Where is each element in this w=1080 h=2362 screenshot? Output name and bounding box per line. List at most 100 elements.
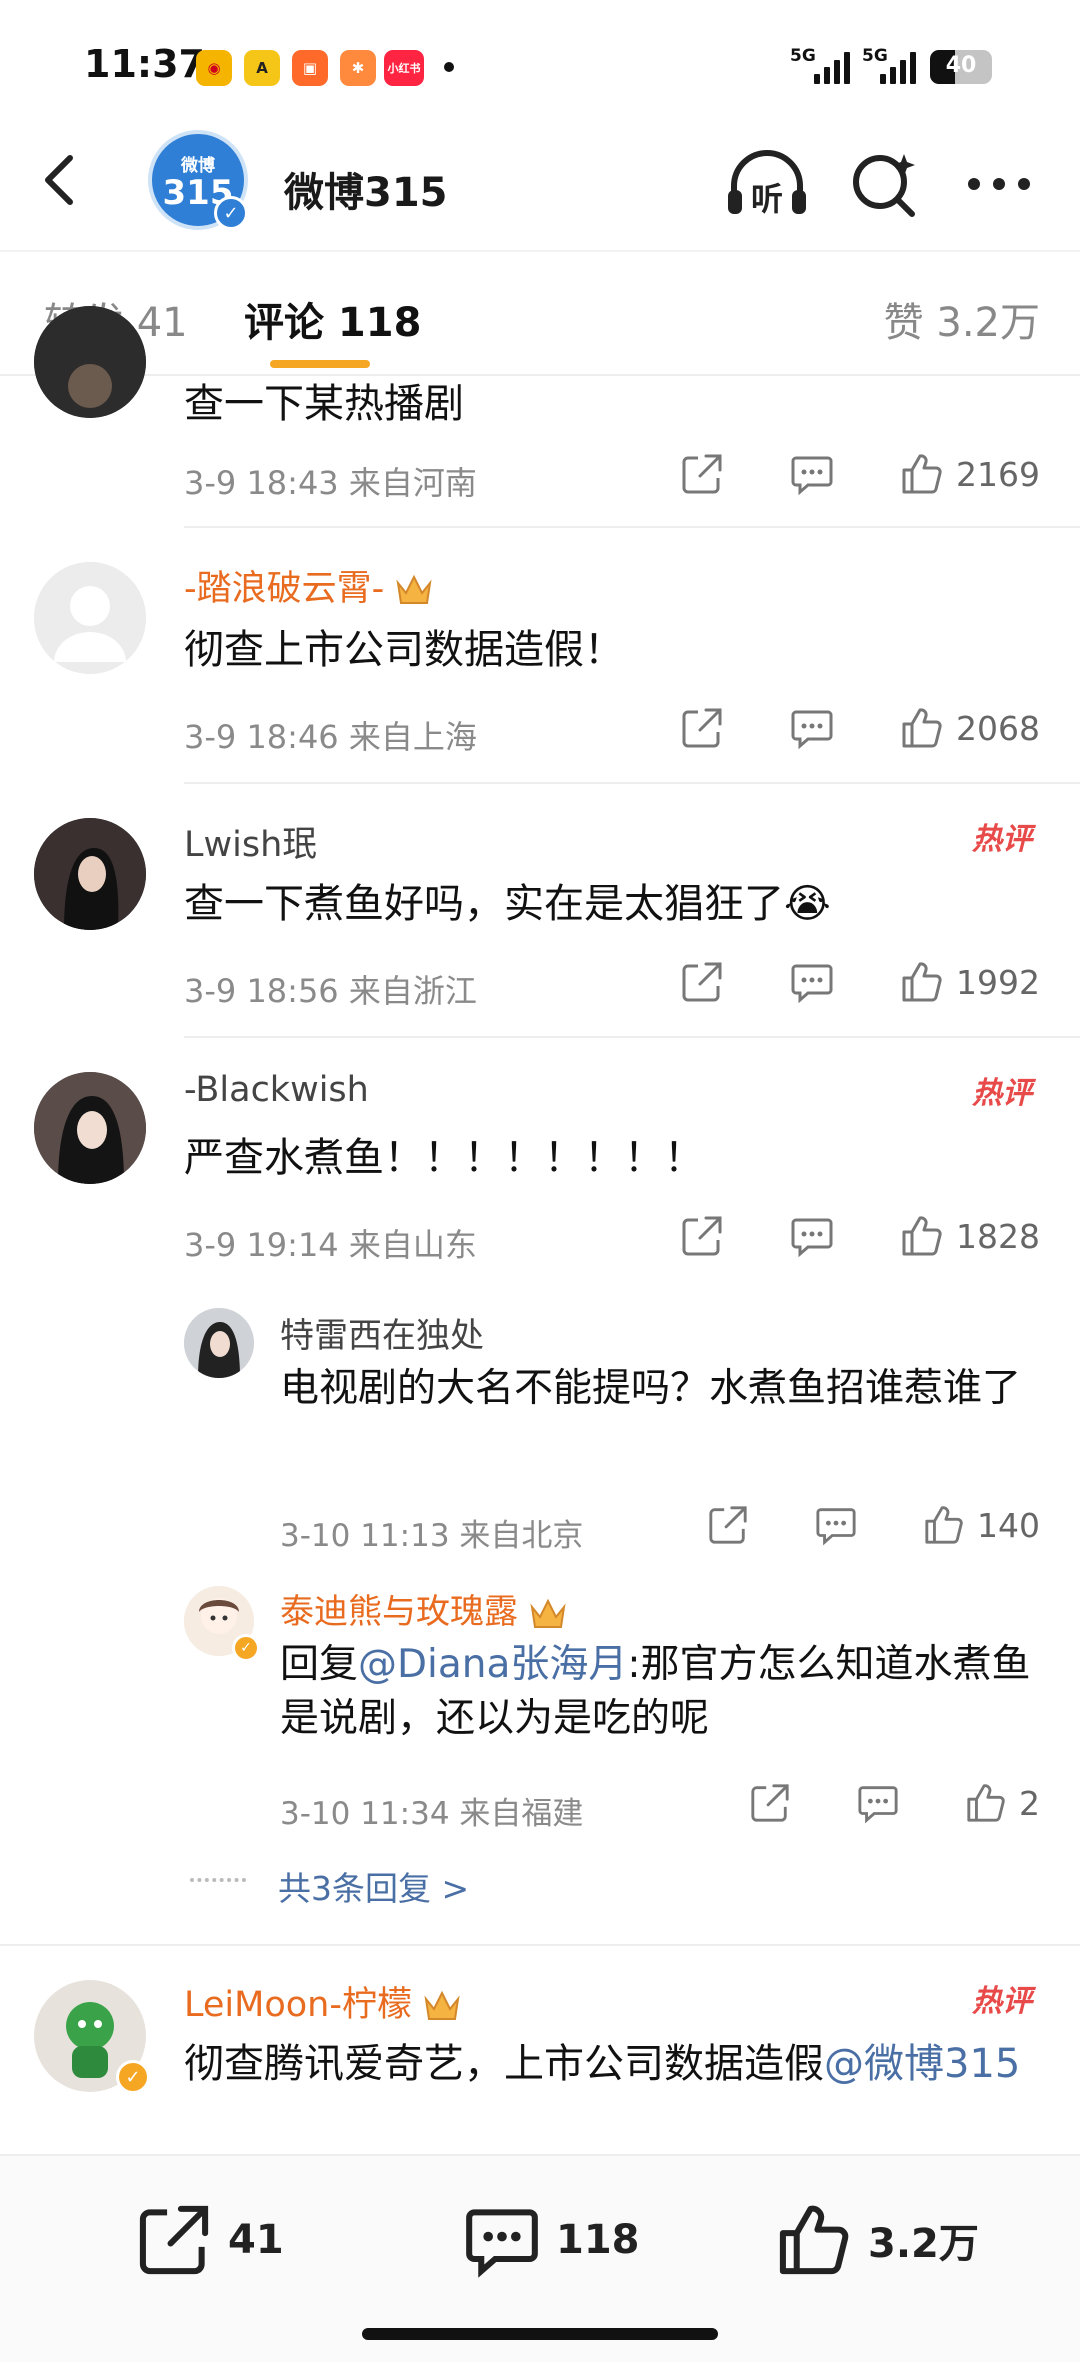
share-icon[interactable] [680,960,724,1004]
comment-username[interactable]: LeiMoon-柠檬 [184,1976,462,2027]
reply-prefix: 回复 [280,1642,359,1687]
comment-meta: 3-9 18:56 来自浙江 [184,972,477,1010]
user-mention-link[interactable]: @微博315 [824,2041,1020,2087]
like-button[interactable]: 140 [923,1504,1040,1546]
reply-avatar[interactable] [184,1308,254,1378]
badge-line1: 微博 [181,155,215,176]
reply-meta: 3-10 11:13 来自北京 [280,1518,584,1554]
user-avatar[interactable]: ✓ [34,1980,150,2094]
reply-actions: 2 [749,1782,1040,1824]
comment-text: 查一下某热播剧 [184,381,464,427]
reply-avatar[interactable]: ✓ [184,1586,260,1662]
verified-icon: ✓ [214,196,248,230]
reply-dots-divider [190,1878,246,1882]
repost-icon [139,2205,209,2275]
home-indicator[interactable] [362,2328,718,2340]
tab-bar: 转发 41 评论 118 赞 3.2万 [0,250,1080,376]
reply-actions: 140 [707,1504,1040,1546]
like-button[interactable]: 2 [965,1782,1040,1824]
like-button[interactable]: 2068 [900,706,1040,750]
status-bar: 11:37 ◉ A ▣ ✱ 小红书 5G 5G 40 [0,0,1080,130]
comment-actions: 1992 [680,960,1040,1004]
thumbs-up-icon [779,2205,849,2275]
comment-username[interactable]: -Blackwish [184,1070,369,1110]
crown-badge-icon [396,574,432,604]
battery-icon: 40 [930,50,992,84]
share-icon[interactable] [680,452,724,496]
like-count: 3.2万 [868,2221,979,2267]
like-button[interactable]: 1828 [900,1214,1040,1258]
status-time: 11:37 [84,42,205,86]
comment-text: 查一下煮鱼好吗，实在是太猖狂了😭 [184,881,831,927]
repost-button[interactable]: 41 [136,2202,284,2278]
divider [184,782,1080,784]
signal-bars-1-icon [814,50,850,84]
comment-username[interactable]: Lwish珉 [184,816,317,867]
listen-label: 听 [751,180,783,218]
like-count: 2169 [956,454,1040,494]
divider [184,1036,1080,1038]
share-icon[interactable] [749,1782,791,1824]
share-icon[interactable] [680,1214,724,1258]
user-avatar[interactable] [34,306,146,418]
user-avatar[interactable] [34,562,146,674]
comment-meta: 3-9 18:46 来自上海 [184,718,477,756]
app-icon-a: A [244,50,280,86]
like-button[interactable]: 1992 [900,960,1040,1004]
share-icon[interactable] [707,1504,749,1546]
comment-text: 严查水煮鱼！！！！！！！！ [184,1135,704,1181]
like-button[interactable]: 3.2万 [776,2202,979,2278]
username-text: 泰迪熊与玫瑰露 [280,1592,518,1632]
comment-icon[interactable] [790,960,834,1004]
battery-percent: 40 [945,53,977,78]
comment-actions: 1828 [680,1214,1040,1258]
comment-actions: 2169 [680,452,1040,496]
user-avatar[interactable] [34,818,146,930]
account-avatar[interactable]: 微博 315 ✓ [148,130,248,230]
app-icon-grid: ▣ [292,50,328,86]
comment-actions: 2068 [680,706,1040,750]
user-avatar[interactable] [34,1072,146,1184]
tab-active-indicator [270,360,370,368]
repost-count: 41 [228,2217,284,2263]
like-count: 1992 [956,962,1040,1002]
comment-icon[interactable] [790,1214,834,1258]
reply-username[interactable]: 特雷西在独处 [280,1308,484,1357]
reply-text: 电视剧的大名不能提吗？水煮鱼招谁惹谁了 [280,1366,1022,1411]
page-title[interactable]: 微博315 [284,160,448,218]
comment-body: 彻查腾讯爱奇艺，上市公司数据造假 [184,2041,824,2087]
back-icon[interactable] [38,150,78,218]
more-replies-link[interactable]: 共3条回复 > [278,1862,469,1910]
hot-comment-badge: 热评 [972,1076,1032,1111]
comment-icon[interactable] [857,1782,899,1824]
user-mention-link[interactable]: @Diana张海月 [358,1642,627,1687]
crown-badge-icon [530,1598,566,1628]
tab-likes[interactable]: 赞 3.2万 [884,290,1040,348]
comment-icon[interactable] [790,452,834,496]
tab-comments[interactable]: 评论 118 [244,290,421,348]
share-icon[interactable] [680,706,724,750]
verified-icon: ✓ [232,1634,260,1662]
more-icon[interactable] [964,172,1034,200]
reply-username[interactable]: 泰迪熊与玫瑰露 [280,1584,568,1633]
comment-icon[interactable] [790,706,834,750]
comment-button[interactable]: 118 [464,2202,640,2278]
search-sparkle-icon[interactable] [850,150,920,224]
crown-badge-icon [424,1990,460,2020]
divider [184,526,1080,528]
hot-comment-badge: 热评 [972,1984,1032,2019]
like-button[interactable]: 2169 [900,452,1040,496]
like-count: 1828 [956,1216,1040,1256]
comment-username[interactable]: -踏浪破云霄- [184,560,434,611]
comment-text: 彻查腾讯爱奇艺，上市公司数据造假@微博315 [184,2036,1040,2092]
xiaohongshu-app-icon: 小红书 [384,50,424,86]
comment-icon[interactable] [815,1504,857,1546]
notification-dot [444,62,454,72]
verified-icon: ✓ [116,2060,150,2094]
comment-meta: 3-9 18:43 来自河南 [184,464,477,502]
headphones-listen-icon[interactable]: 听 [724,150,810,224]
signal-bars-2-icon [880,50,916,84]
username-text: LeiMoon-柠檬 [184,1985,412,2025]
comment-icon [466,2209,538,2278]
comment-meta: 3-9 19:14 来自山东 [184,1226,477,1264]
